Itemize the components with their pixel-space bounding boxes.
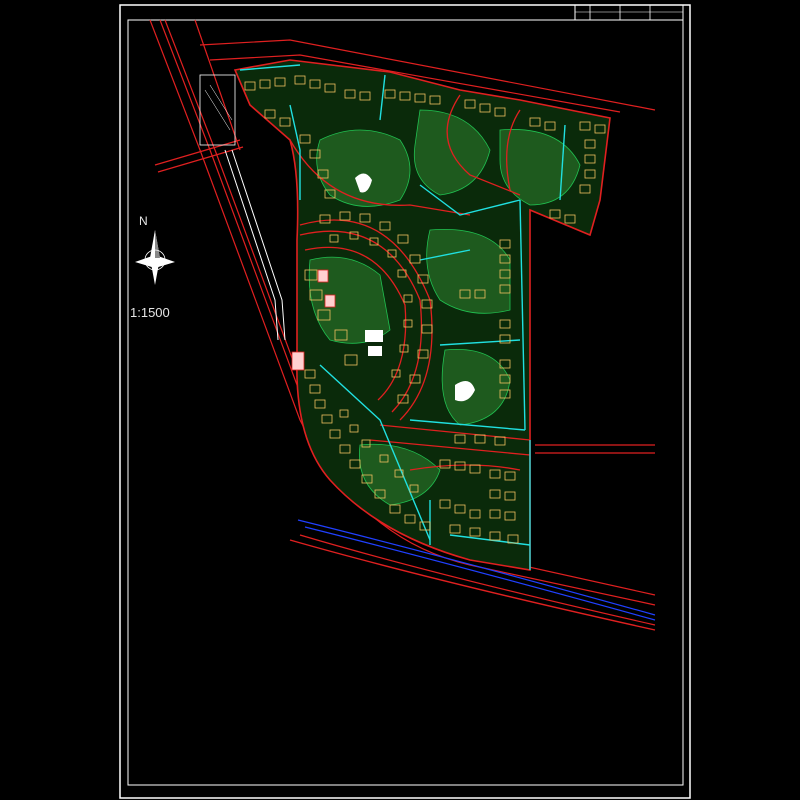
north-arrow	[135, 230, 175, 285]
title-block	[574, 4, 684, 21]
site-plan-drawing	[119, 4, 691, 799]
scale-label: 1:1500	[130, 305, 170, 320]
north-label: N	[139, 214, 148, 228]
